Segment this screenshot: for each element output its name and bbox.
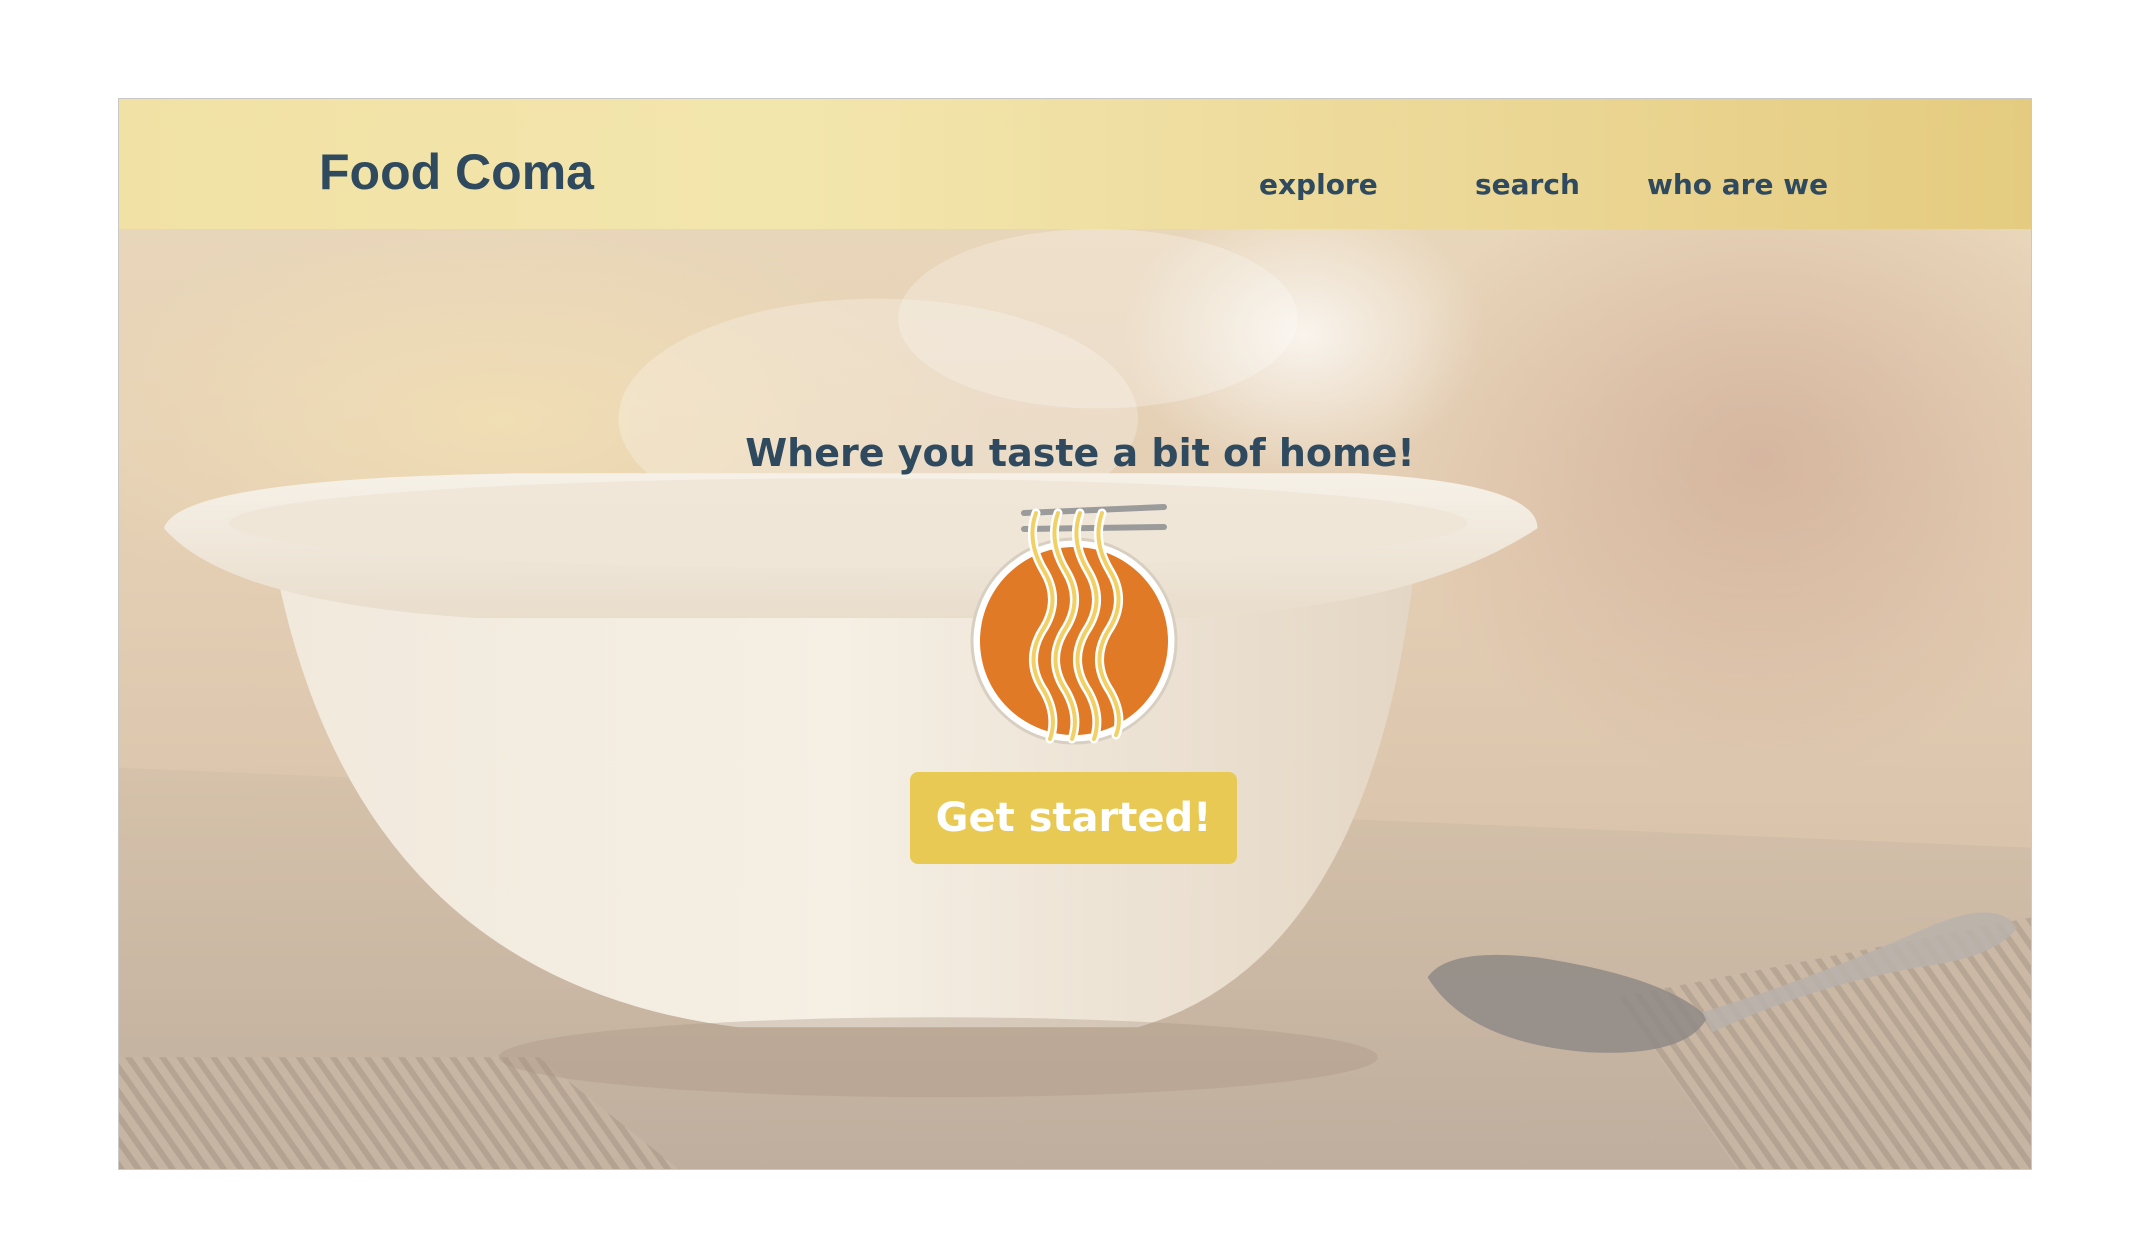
hero-tagline: Where you taste a bit of home! xyxy=(745,431,1415,475)
page-frame: Food Coma explore search who are we Wher… xyxy=(118,98,2032,1170)
nav-link-explore[interactable]: explore xyxy=(1259,171,1378,199)
nav-link-who-are-we[interactable]: who are we xyxy=(1647,171,1828,199)
brand-logo-text[interactable]: Food Coma xyxy=(319,147,594,197)
get-started-button[interactable]: Get started! xyxy=(910,772,1237,864)
top-nav-bar: Food Coma explore search who are we xyxy=(119,99,2031,229)
nav-link-search[interactable]: search xyxy=(1475,171,1580,199)
noodle-bowl-icon xyxy=(970,504,1178,745)
